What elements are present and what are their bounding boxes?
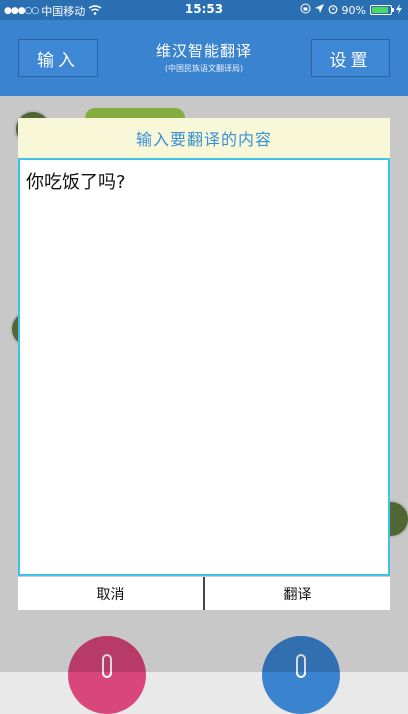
app-subtitle: (中国民族语文翻译局): [164, 64, 244, 73]
location-icon: [314, 3, 324, 17]
input-button[interactable]: 输入: [18, 39, 98, 77]
translate-dialog: 输入要翻译的内容 你吃饭了吗? 取消 翻译: [18, 118, 390, 610]
app-header: 输入 维汉智能翻译 (中国民族语文翻译局) 设置: [0, 20, 408, 96]
battery-fill: [372, 7, 388, 13]
dialog-title: 输入要翻译的内容: [18, 118, 390, 158]
translate-text-input[interactable]: 你吃饭了吗?: [18, 158, 390, 576]
status-bar: ●●●○○ 中国移动 15:53 90%: [0, 0, 408, 20]
alarm-icon: [328, 4, 338, 17]
battery-percent: 90%: [341, 3, 366, 17]
orientation-lock-icon: [300, 3, 311, 17]
translate-button[interactable]: 翻译: [205, 577, 390, 610]
status-right: 90%: [300, 3, 402, 17]
battery-icon: [370, 5, 394, 15]
dialog-actions: 取消 翻译: [18, 576, 390, 610]
settings-button[interactable]: 设置: [311, 39, 390, 77]
cancel-button[interactable]: 取消: [18, 577, 203, 610]
app-title-block: 维汉智能翻译 (中国民族语文翻译局): [110, 40, 298, 74]
charging-icon: [396, 3, 402, 17]
app-title: 维汉智能翻译: [155, 42, 252, 60]
